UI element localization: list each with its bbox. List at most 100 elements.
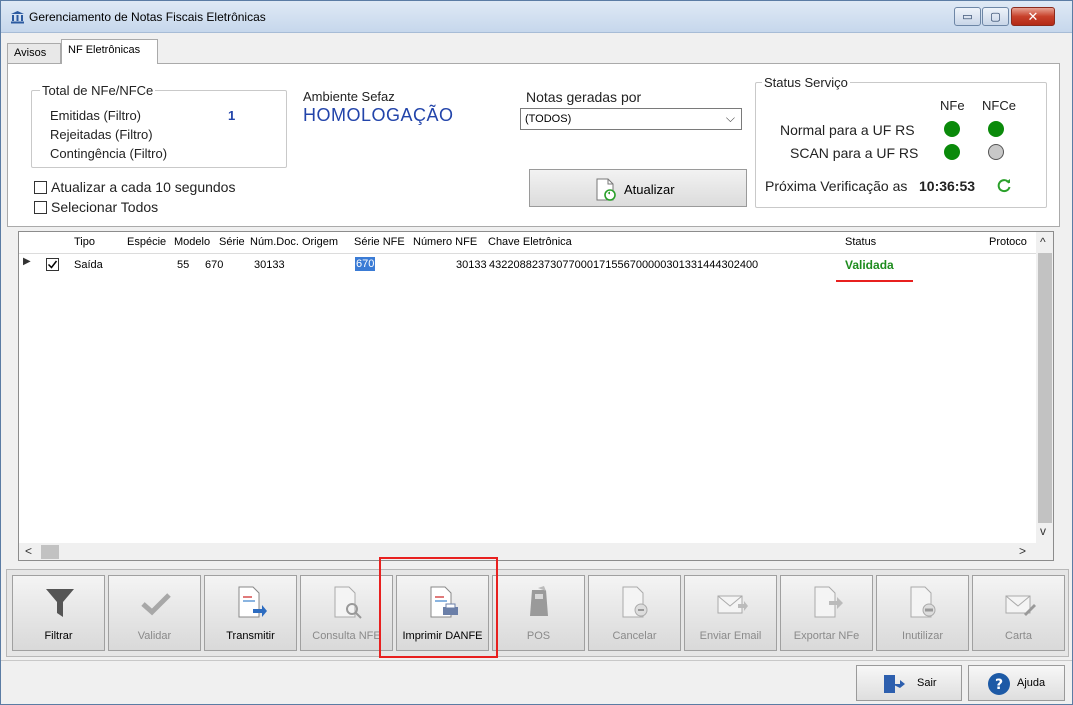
scroll-down-icon[interactable]: v (1040, 524, 1046, 538)
close-icon: ✕ (1027, 8, 1039, 24)
carta-label: Carta (1005, 630, 1032, 642)
ajuda-label: Ajuda (1017, 677, 1046, 689)
funnel-icon (46, 589, 74, 617)
filtrar-button[interactable]: Filtrar (12, 575, 105, 651)
chevron-down-icon: ⌵ (725, 111, 735, 125)
tab-label: NF Eletrônicas (68, 44, 141, 56)
horizontal-scroll-thumb[interactable] (41, 545, 59, 559)
cell-serie-nfe[interactable]: 670 (355, 257, 376, 271)
title-bar[interactable]: Gerenciamento de Notas Fiscais Eletrônic… (1, 1, 1072, 33)
select-all-checkbox[interactable] (34, 201, 47, 214)
enviar-email-label: Enviar Email (699, 630, 762, 642)
next-check-label: Próxima Verificação as (765, 178, 908, 194)
nfe-scan-status-indicator (944, 144, 960, 160)
document-refresh-icon (596, 178, 616, 201)
cancelar-button[interactable]: Cancelar (588, 575, 681, 651)
sair-label: Sair (917, 677, 937, 689)
col-serie-nfe[interactable]: Série NFE (354, 236, 405, 248)
cell-tipo: Saída (74, 259, 103, 271)
tab-label: Avisos (14, 47, 47, 59)
nfce-scan-status-indicator (988, 144, 1004, 160)
pos-label: POS (526, 630, 551, 642)
document-export-icon (814, 586, 843, 618)
highlight-annotation (379, 557, 498, 658)
auto-refresh-label: Atualizar a cada 10 segundos (51, 179, 236, 195)
cell-numero-nfe: 30133 (456, 259, 487, 271)
status-underline-annotation (836, 280, 913, 282)
col-tipo[interactable]: Tipo (74, 236, 95, 248)
notas-select[interactable]: (TODOS) ⌵ (520, 108, 742, 130)
col-modelo[interactable]: Modelo (174, 236, 210, 248)
transmitir-label: Transmitir (226, 630, 275, 642)
transmitir-button[interactable]: Transmitir (204, 575, 297, 651)
close-button[interactable]: ✕ (1011, 7, 1055, 26)
exportar-nfe-label: Exportar NFe (793, 630, 860, 642)
cell-num-doc-origem: 30133 (254, 259, 285, 271)
nfce-normal-status-indicator (988, 121, 1004, 137)
vertical-scroll-thumb[interactable] (1038, 253, 1052, 523)
cell-status: Validada (845, 258, 894, 272)
cancelar-label: Cancelar (612, 630, 657, 642)
status-servico-group: Status Serviço NFe NFCe Normal para a UF… (755, 75, 1047, 208)
status-servico-title: Status Serviço (762, 75, 850, 90)
row-pointer-icon: ▶ (23, 256, 31, 267)
help-icon: ? (988, 673, 1010, 695)
col-status[interactable]: Status (845, 236, 876, 248)
col-numero-nfe[interactable]: Número NFE (413, 236, 477, 248)
emitidas-value: 1 (228, 108, 236, 123)
exportar-nfe-button[interactable]: Exportar NFe (780, 575, 873, 651)
filtrar-label: Filtrar (44, 630, 73, 642)
exit-icon (884, 675, 905, 693)
nfe-column-label: NFe (940, 98, 965, 113)
normal-uf-label: Normal para a UF RS (780, 122, 915, 138)
enviar-email-button[interactable]: Enviar Email (684, 575, 777, 651)
select-all-label: Selecionar Todos (51, 199, 159, 215)
nfce-column-label: NFCe (982, 98, 1016, 113)
emitidas-label: Emitidas (Filtro) (50, 108, 142, 123)
ajuda-button[interactable]: ? Ajuda (968, 665, 1065, 701)
pos-terminal-icon (530, 586, 548, 616)
col-chave-eletronica[interactable]: Chave Eletrônica (488, 236, 572, 248)
carta-button[interactable]: Carta (972, 575, 1065, 651)
document-search-icon (334, 586, 362, 619)
pos-button[interactable]: POS (492, 575, 585, 651)
app-window: Gerenciamento de Notas Fiscais Eletrônic… (0, 0, 1073, 705)
grid-header: Tipo Espécie Modelo Série Núm.Doc. Orige… (19, 232, 1037, 254)
contingencia-label: Contingência (Filtro) (50, 146, 168, 161)
validar-label: Validar (137, 630, 172, 642)
ambiente-label: Ambiente Sefaz (303, 89, 395, 104)
inutilizar-button[interactable]: Inutilizar (876, 575, 969, 651)
check-icon (141, 593, 171, 616)
next-check-time: 10:36:53 (919, 178, 976, 194)
scroll-up-icon[interactable]: ^ (1040, 235, 1046, 249)
svg-text:?: ? (995, 677, 1003, 693)
row-checkbox[interactable] (46, 258, 59, 271)
totals-title: Total de NFe/NFCe (40, 83, 156, 98)
atualizar-button[interactable]: Atualizar (529, 169, 747, 207)
col-protocolo[interactable]: Protoco (989, 236, 1027, 248)
refresh-icon[interactable] (996, 177, 1012, 193)
rejeitadas-label: Rejeitadas (Filtro) (50, 127, 153, 142)
tab-nf-eletronicas[interactable]: NF Eletrônicas (61, 39, 158, 64)
cell-serie: 670 (205, 259, 224, 271)
tab-avisos[interactable]: Avisos (7, 43, 61, 63)
envelope-pen-icon (1005, 595, 1036, 616)
envelope-send-icon (717, 595, 748, 614)
sair-button[interactable]: Sair (856, 665, 962, 701)
col-especie[interactable]: Espécie (127, 236, 166, 248)
validar-button[interactable]: Validar (108, 575, 201, 651)
col-num-doc-origem[interactable]: Núm.Doc. Origem (250, 236, 338, 248)
col-serie[interactable]: Série (219, 236, 245, 248)
maximize-button[interactable]: ▢ (982, 7, 1009, 26)
minimize-button[interactable]: ▭ (954, 7, 981, 26)
action-toolbar: Filtrar Validar Transmitir Consulta NFE (6, 569, 1069, 657)
scroll-left-icon[interactable]: < (25, 544, 32, 558)
cell-modelo: 55 (177, 259, 190, 271)
scroll-right-icon[interactable]: > (1019, 544, 1026, 558)
horizontal-scrollbar[interactable]: < > (19, 543, 1053, 560)
vertical-scrollbar[interactable]: ^ v (1036, 232, 1053, 544)
totals-group: Total de NFe/NFCe Emitidas (Filtro) 1 Re… (31, 83, 287, 168)
auto-refresh-checkbox[interactable] (34, 181, 47, 194)
ambiente-value: HOMOLOGAÇÃO (303, 105, 454, 125)
nfe-normal-status-indicator (944, 121, 960, 137)
